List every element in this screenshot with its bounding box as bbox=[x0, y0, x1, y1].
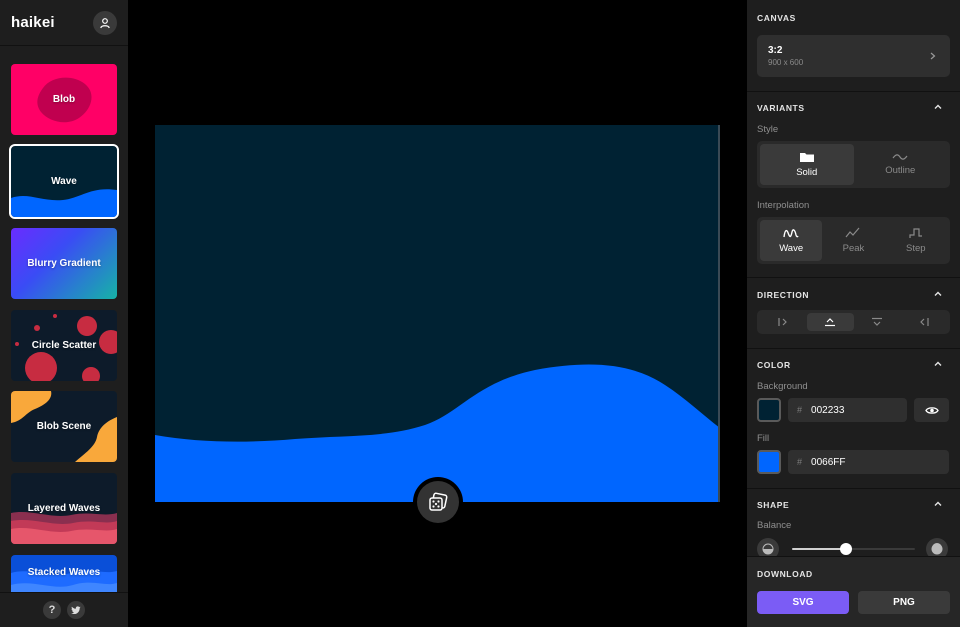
balance-high-icon bbox=[931, 543, 943, 555]
help-button[interactable]: ? bbox=[43, 601, 61, 619]
section-divider bbox=[747, 488, 960, 489]
twitter-icon bbox=[71, 605, 81, 614]
direction-selector bbox=[757, 310, 950, 334]
direction-option-left[interactable] bbox=[900, 313, 947, 331]
help-icon: ? bbox=[48, 604, 56, 616]
generator-thumb-blurry-gradient[interactable]: Blurry Gradient bbox=[11, 228, 117, 299]
interpolation-option-peak[interactable]: Peak bbox=[822, 220, 884, 261]
toggle-background-visibility-button[interactable] bbox=[914, 398, 949, 422]
step-icon bbox=[909, 228, 922, 238]
style-option-label: Solid bbox=[796, 166, 818, 178]
direction-down-icon bbox=[871, 317, 882, 326]
generator-label: Blurry Gradient bbox=[27, 258, 101, 269]
generator-thumb-blob[interactable]: Blob bbox=[11, 64, 117, 135]
hash-icon: # bbox=[797, 457, 803, 467]
generator-label: Layered Waves bbox=[27, 503, 101, 514]
sidebar: haikei Blob Wave Blurry Gradient Circle … bbox=[0, 0, 128, 627]
direction-up-icon bbox=[825, 318, 836, 327]
balance-slider-thumb[interactable] bbox=[840, 543, 853, 555]
chevron-up-icon[interactable] bbox=[934, 500, 942, 508]
randomize-button[interactable] bbox=[413, 477, 463, 527]
generator-label: Circle Scatter bbox=[31, 340, 97, 351]
fill-color-label: Fill bbox=[757, 433, 770, 444]
aspect-ratio: 3:2 bbox=[768, 45, 783, 56]
twitter-button[interactable] bbox=[67, 601, 85, 619]
chevron-right-icon bbox=[930, 52, 936, 60]
direction-section-title: DIRECTION bbox=[757, 290, 810, 300]
generator-thumb-circle-scatter[interactable]: Circle Scatter bbox=[11, 310, 117, 381]
wave-curve-icon bbox=[783, 229, 799, 238]
generator-label: Blob Scene bbox=[36, 421, 92, 432]
balance-label: Balance bbox=[757, 520, 792, 531]
canvas-section-title: CANVAS bbox=[757, 13, 796, 23]
wave-outline-icon bbox=[892, 154, 908, 160]
download-section-title: DOWNLOAD bbox=[757, 569, 813, 579]
download-bar: DOWNLOAD SVG PNG bbox=[747, 556, 960, 627]
download-svg-button[interactable]: SVG bbox=[757, 591, 849, 614]
interpolation-option-label: Wave bbox=[779, 243, 804, 254]
color-section-title: COLOR bbox=[757, 360, 791, 370]
chevron-up-icon[interactable] bbox=[934, 103, 942, 111]
interpolation-option-step[interactable]: Step bbox=[885, 220, 947, 261]
hash-icon: # bbox=[797, 405, 803, 415]
direction-option-up[interactable] bbox=[806, 313, 854, 331]
generator-thumb-blob-scene[interactable]: Blob Scene bbox=[11, 391, 117, 462]
chevron-up-icon[interactable] bbox=[934, 360, 942, 368]
generator-label: Blob bbox=[52, 94, 76, 105]
direction-right-icon bbox=[778, 318, 788, 326]
interpolation-selector: Wave Peak Step bbox=[757, 217, 950, 264]
direction-left-icon bbox=[919, 318, 929, 326]
wave-artwork bbox=[155, 364, 720, 502]
direction-option-down[interactable] bbox=[854, 313, 901, 331]
interpolation-option-label: Peak bbox=[842, 243, 865, 254]
user-icon bbox=[100, 17, 110, 28]
account-button[interactable] bbox=[93, 10, 117, 35]
variants-section-title: VARIANTS bbox=[757, 103, 805, 113]
fill-hex-value: 0066FF bbox=[811, 456, 846, 468]
generator-label: Wave bbox=[51, 176, 77, 187]
settings-panel: CANVAS 3:2 900 x 600 VARIANTS Style Soli… bbox=[747, 0, 960, 627]
style-option-solid[interactable]: Solid bbox=[760, 144, 854, 185]
style-selector: Solid Outline bbox=[757, 141, 950, 188]
sidebar-header: haikei bbox=[0, 0, 128, 46]
background-hex-input[interactable]: # 002233 bbox=[788, 398, 907, 422]
generator-thumb-layered-waves[interactable]: Layered Waves bbox=[11, 473, 117, 544]
section-divider bbox=[747, 277, 960, 278]
balance-slider-fill bbox=[792, 548, 847, 550]
style-label: Style bbox=[757, 124, 779, 135]
logo[interactable]: haikei bbox=[11, 14, 55, 31]
background-color-swatch[interactable] bbox=[757, 398, 781, 422]
background-hex-value: 002233 bbox=[811, 404, 845, 416]
randomize-button-inner bbox=[417, 481, 459, 523]
balance-low-icon bbox=[762, 543, 774, 555]
style-option-label: Outline bbox=[885, 165, 916, 176]
generator-list: Blob Wave Blurry Gradient Circle Scatter… bbox=[0, 60, 128, 592]
generator-thumb-wave[interactable]: Wave bbox=[9, 144, 119, 219]
artboard[interactable] bbox=[155, 125, 720, 502]
canvas-resize-edge[interactable] bbox=[718, 125, 720, 502]
style-option-outline[interactable]: Outline bbox=[854, 144, 948, 185]
canvas-size-selector[interactable]: 3:2 900 x 600 bbox=[757, 35, 950, 77]
interpolation-option-label: Step bbox=[906, 243, 926, 254]
peak-icon bbox=[846, 227, 860, 238]
direction-option-right[interactable] bbox=[760, 313, 807, 331]
fill-hex-input[interactable]: # 0066FF bbox=[788, 450, 949, 474]
canvas-dimensions: 900 x 600 bbox=[768, 58, 804, 67]
interpolation-label: Interpolation bbox=[757, 200, 810, 211]
sidebar-footer: ? bbox=[0, 592, 128, 627]
folder-solid-icon bbox=[799, 152, 814, 162]
background-color-label: Background bbox=[757, 381, 808, 392]
eye-icon bbox=[924, 406, 939, 414]
section-divider bbox=[747, 348, 960, 349]
generator-label: Stacked Waves bbox=[27, 567, 101, 578]
chevron-up-icon[interactable] bbox=[934, 290, 942, 298]
download-png-button[interactable]: PNG bbox=[858, 591, 950, 614]
interpolation-option-wave[interactable]: Wave bbox=[760, 220, 823, 261]
fill-color-swatch[interactable] bbox=[757, 450, 781, 474]
shape-section-title: SHAPE bbox=[757, 500, 790, 510]
dice-icon bbox=[429, 492, 448, 511]
generator-thumb-stacked-waves[interactable]: Stacked Waves bbox=[11, 555, 117, 592]
balance-slider[interactable] bbox=[792, 543, 915, 555]
section-divider bbox=[747, 91, 960, 92]
